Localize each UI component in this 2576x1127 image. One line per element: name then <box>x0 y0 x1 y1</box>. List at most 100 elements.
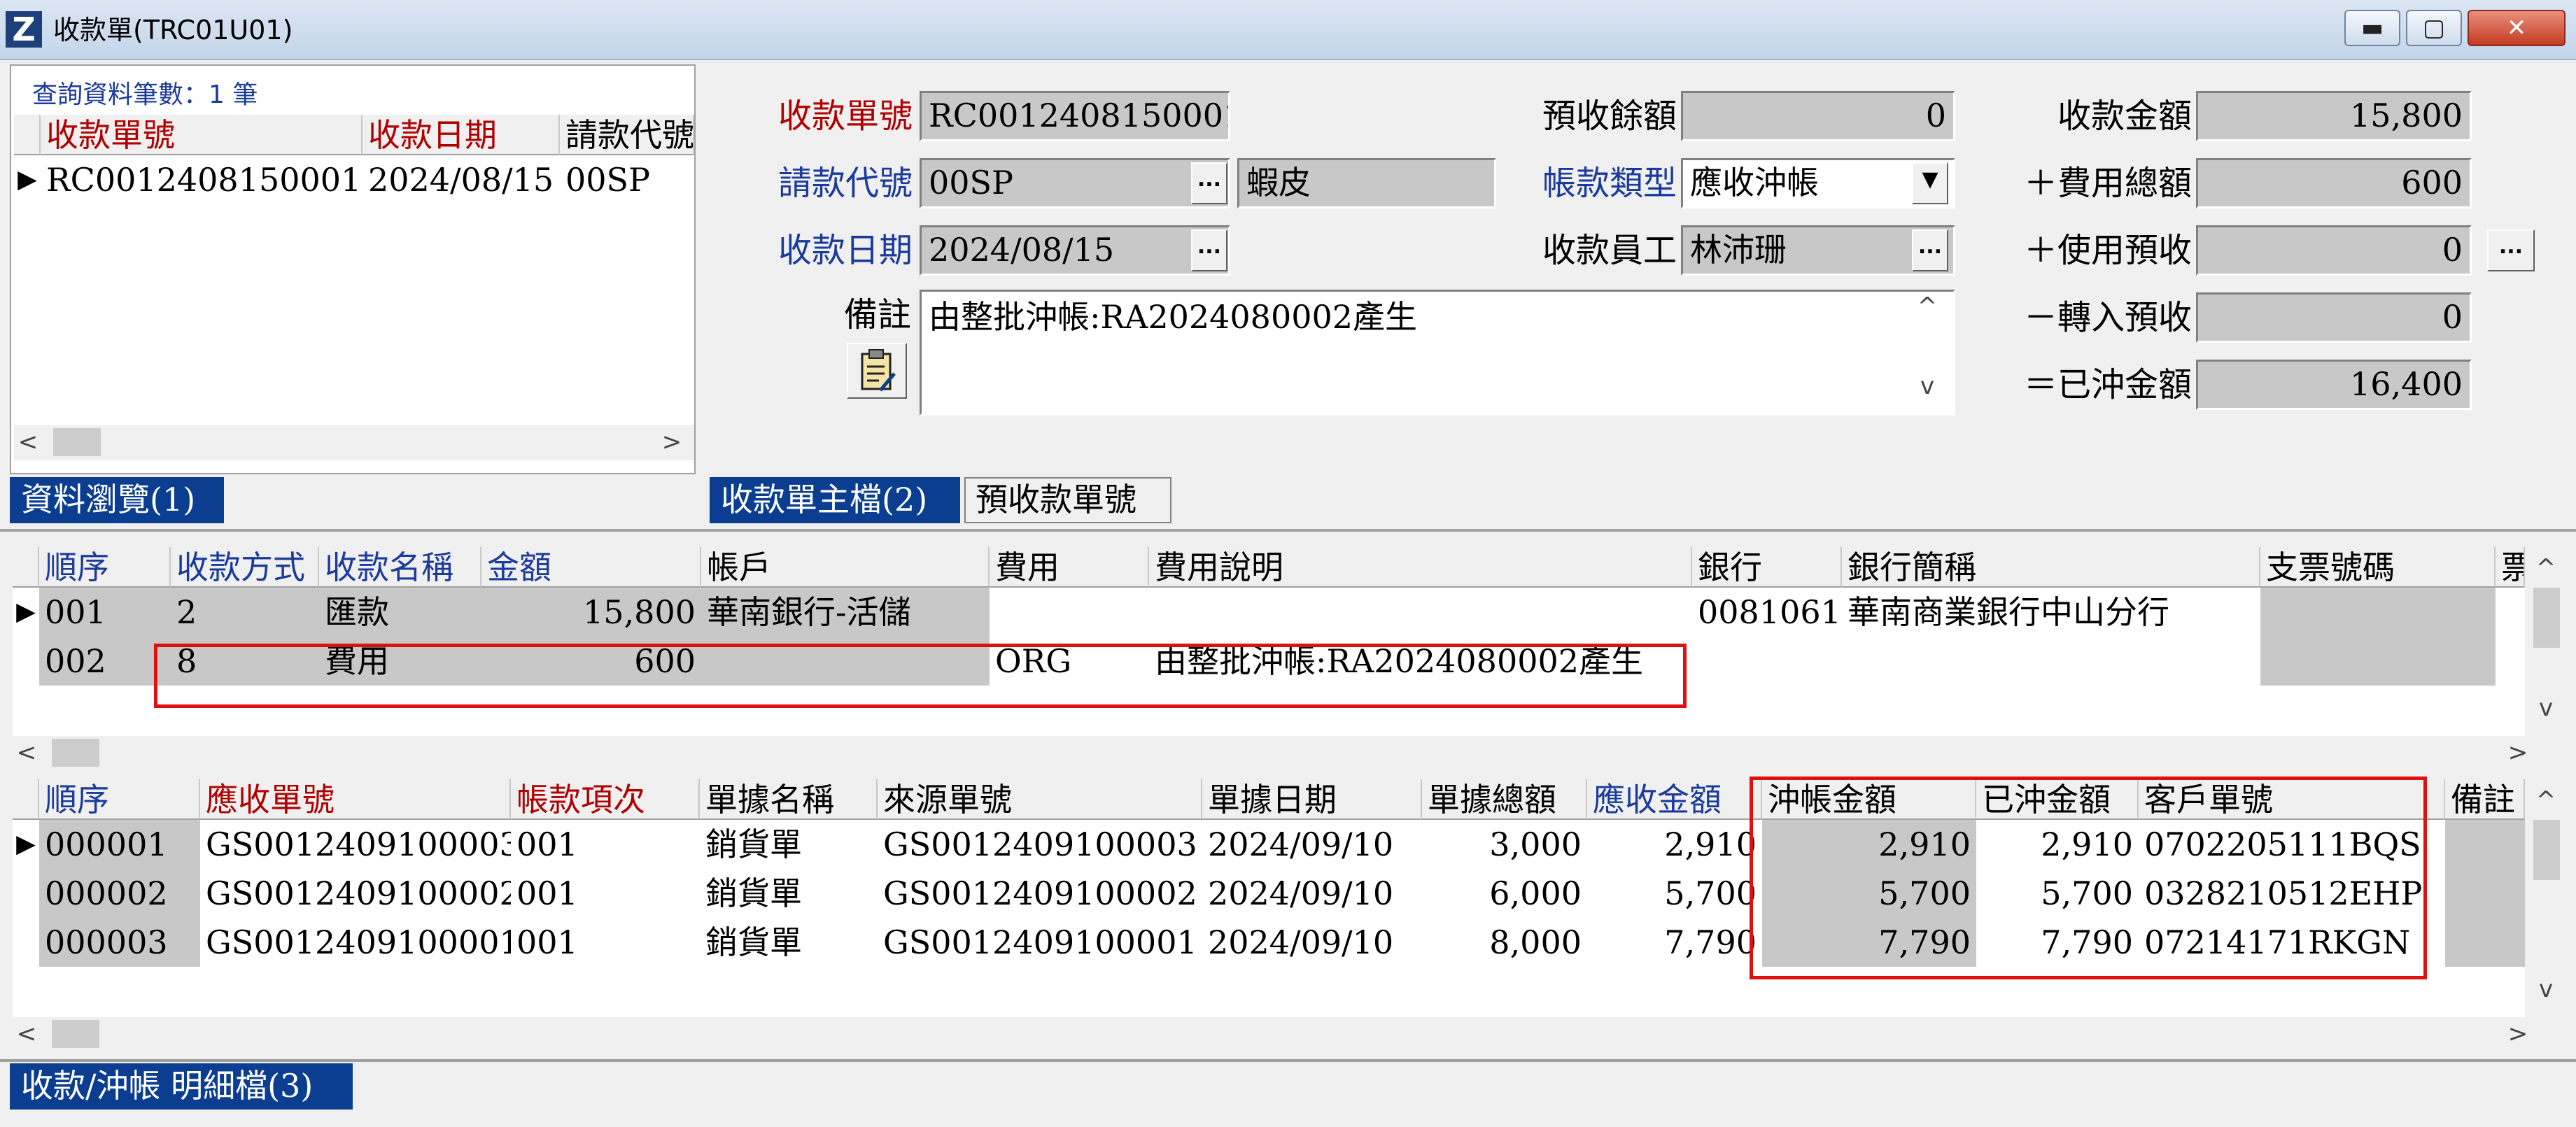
payment-cell-name[interactable]: 費用 <box>319 637 481 686</box>
payment-cell-account[interactable] <box>701 637 990 686</box>
detail-cell-src-no[interactable]: GS0012409100001 <box>878 918 1202 967</box>
detail-cell-remark[interactable] <box>2445 820 2525 869</box>
payment-cell-bank-name[interactable]: 華南商業銀行中山分行 <box>1842 588 2260 637</box>
col-src-no[interactable]: 來源單號 <box>878 779 1202 820</box>
scroll-up-icon[interactable]: ^ <box>2532 786 2560 814</box>
payment-cell-amount[interactable]: 15,800 <box>481 588 701 637</box>
detail-cell-ar-no[interactable]: GS0012409100001 <box>200 918 511 967</box>
scroll-up-icon[interactable]: ^ <box>2532 554 2560 582</box>
col-amount[interactable]: 金額 <box>481 547 701 588</box>
detail-cell-total[interactable]: 3,000 <box>1422 820 1587 869</box>
browse-hscrollbar[interactable]: < > <box>14 425 694 460</box>
note-scroll-down-icon[interactable]: v <box>1913 372 1941 400</box>
payment-hscrollbar[interactable]: < > <box>13 736 2564 771</box>
browse-cell-receipt-date[interactable]: 2024/08/15 <box>363 155 560 204</box>
use-prepaid-lookup-button[interactable]: ... <box>2487 229 2535 271</box>
payment-cell-fee-desc[interactable] <box>1149 588 1692 637</box>
col-bank[interactable]: 銀行 <box>1692 547 1842 588</box>
payment-vscrollbar[interactable]: ^ v <box>2529 547 2564 736</box>
detail-cell-offset-done[interactable]: 7,790 <box>1976 918 2139 967</box>
detail-cell-item[interactable]: 001 <box>511 869 700 918</box>
staff-lookup-button[interactable]: ... <box>1912 229 1948 271</box>
scroll-down-icon[interactable]: v <box>2532 694 2560 722</box>
scroll-thumb[interactable] <box>2533 820 2560 880</box>
tab-detail[interactable]: 收款/沖帳 明細檔(3) <box>10 1063 353 1110</box>
account-type-label[interactable]: 帳款類型 <box>1491 158 1677 208</box>
col-offset-amount[interactable]: 沖帳金額 <box>1762 779 1976 820</box>
col-doc-name[interactable]: 單據名稱 <box>700 779 878 820</box>
detail-cell-date[interactable]: 2024/09/10 <box>1202 869 1422 918</box>
payment-cell-fee[interactable] <box>990 588 1149 637</box>
payment-cell-seq[interactable]: 002 <box>39 637 171 686</box>
detail-cell-remark[interactable] <box>2445 918 2525 967</box>
scroll-thumb[interactable] <box>53 428 101 456</box>
col-account[interactable]: 帳戶 <box>701 547 990 588</box>
col-fee[interactable]: 費用 <box>990 547 1149 588</box>
tab-browse[interactable]: 資料瀏覽(1) <box>10 477 224 523</box>
detail-cell-offset-done[interactable]: 2,910 <box>1976 820 2139 869</box>
detail-cell-remark[interactable] <box>2445 869 2525 918</box>
col-ar-amount[interactable]: 應收金額 <box>1587 779 1762 820</box>
detail-cell-offset[interactable]: 2,910 <box>1762 820 1976 869</box>
col-ticket[interactable]: 票 <box>2496 547 2525 588</box>
detail-cell-seq[interactable]: 000002 <box>39 869 200 918</box>
bill-code-lookup-button[interactable]: ... <box>1191 162 1227 204</box>
detail-cell-date[interactable]: 2024/09/10 <box>1202 820 1422 869</box>
browse-cell-receipt-no[interactable]: RC0012408150001 <box>41 155 363 204</box>
detail-cell-ar-amount[interactable]: 7,790 <box>1587 918 1762 967</box>
payment-cell-bank-name[interactable] <box>1842 637 2260 686</box>
detail-cell-ar-amount[interactable]: 2,910 <box>1587 820 1762 869</box>
col-offset-done[interactable]: 已沖金額 <box>1976 779 2139 820</box>
col-seq[interactable]: 順序 <box>39 779 200 820</box>
maximize-button[interactable]: ▢ <box>2406 10 2462 46</box>
tab-prepaid[interactable]: 預收款單號 <box>964 477 1171 523</box>
detail-cell-ar-no[interactable]: GS0012409100002 <box>200 869 511 918</box>
detail-cell-doc-name[interactable]: 銷貨單 <box>700 918 878 967</box>
receipt-date-label[interactable]: 收款日期 <box>750 225 913 276</box>
payment-cell-check[interactable] <box>2260 637 2496 686</box>
detail-cell-item[interactable]: 001 <box>511 820 700 869</box>
payment-cell-method[interactable]: 8 <box>171 637 319 686</box>
payment-cell-fee[interactable]: ORG <box>990 637 1149 686</box>
note-textarea[interactable]: 由整批沖帳:RA2024080002產生 <box>920 290 1955 416</box>
detail-cell-offset-done[interactable]: 5,700 <box>1976 869 2139 918</box>
payment-cell-seq[interactable]: 001 <box>39 588 171 637</box>
payment-cell-fee-desc[interactable]: 由整批沖帳:RA2024080002產生 <box>1149 637 1692 686</box>
scroll-left-icon[interactable]: < <box>13 1020 41 1048</box>
scroll-right-icon[interactable]: > <box>2504 1020 2532 1048</box>
detail-vscrollbar[interactable]: ^ v <box>2529 779 2564 1017</box>
payment-cell-check[interactable] <box>2260 588 2496 637</box>
scroll-right-icon[interactable]: > <box>658 428 686 456</box>
scroll-thumb[interactable] <box>52 739 99 767</box>
detail-cell-seq[interactable]: 000003 <box>39 918 200 967</box>
browse-cell-bill-code[interactable]: 00SP <box>560 155 694 204</box>
detail-cell-doc-name[interactable]: 銷貨單 <box>700 820 878 869</box>
detail-cell-offset[interactable]: 5,700 <box>1762 869 1976 918</box>
tab-main[interactable]: 收款單主檔(2) <box>710 477 960 523</box>
detail-cell-customer-no[interactable]: 0328210512EHP <box>2139 869 2445 918</box>
detail-cell-ar-amount[interactable]: 5,700 <box>1587 869 1762 918</box>
detail-cell-src-no[interactable]: GS0012409100002 <box>878 869 1202 918</box>
payment-cell-amount[interactable]: 600 <box>481 637 701 686</box>
col-seq[interactable]: 順序 <box>39 547 171 588</box>
detail-cell-total[interactable]: 8,000 <box>1422 918 1587 967</box>
col-receipt-no[interactable]: 收款單號 <box>41 115 363 155</box>
detail-cell-total[interactable]: 6,000 <box>1422 869 1587 918</box>
scroll-thumb[interactable] <box>2533 588 2560 648</box>
col-remark[interactable]: 備註 <box>2445 779 2525 820</box>
detail-cell-offset[interactable]: 7,790 <box>1762 918 1976 967</box>
note-edit-button[interactable] <box>847 343 907 399</box>
col-check-no[interactable]: 支票號碼 <box>2260 547 2496 588</box>
col-receipt-date[interactable]: 收款日期 <box>363 115 560 155</box>
scroll-left-icon[interactable]: < <box>14 428 42 456</box>
col-fee-desc[interactable]: 費用說明 <box>1149 547 1692 588</box>
close-button[interactable]: ✕ <box>2468 10 2566 46</box>
col-ar-no[interactable]: 應收單號 <box>200 779 511 820</box>
payment-cell-bank[interactable] <box>1692 637 1842 686</box>
col-customer-no[interactable]: 客戶單號 <box>2139 779 2445 820</box>
payment-cell-bank[interactable]: 0081061 <box>1692 588 1842 637</box>
detail-cell-seq[interactable]: 000001 <box>39 820 200 869</box>
detail-cell-item[interactable]: 001 <box>511 918 700 967</box>
chevron-down-icon[interactable]: ▼ <box>1912 162 1948 204</box>
receipt-no-field[interactable]: RC0012408150001 <box>920 91 1230 141</box>
